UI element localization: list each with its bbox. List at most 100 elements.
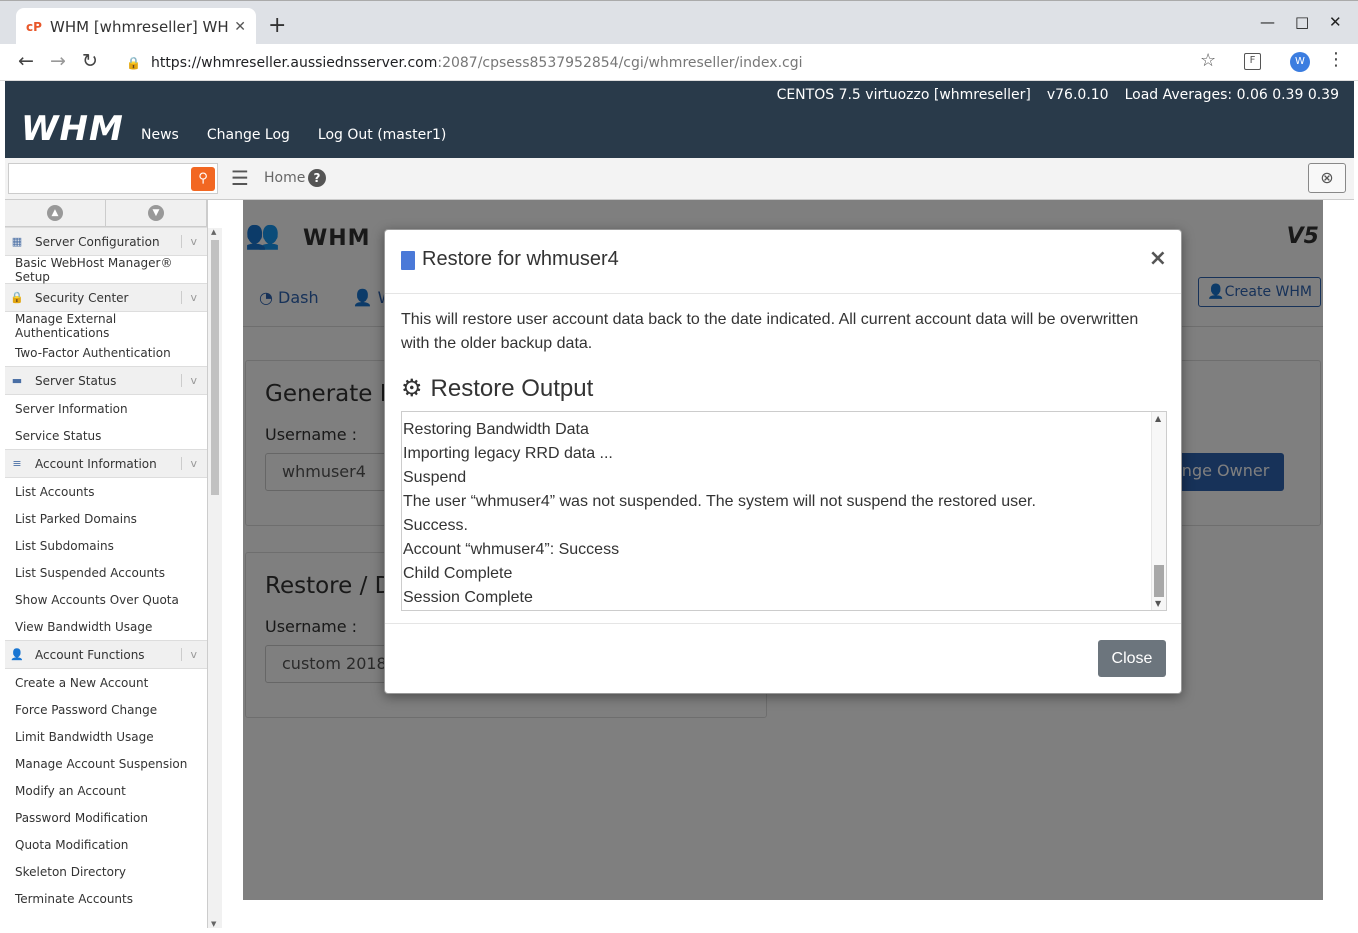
close-button[interactable]: Close: [1098, 640, 1166, 677]
window-close-icon[interactable]: ✕: [1329, 13, 1342, 31]
scroll-down-icon[interactable]: ▼: [211, 920, 216, 928]
address-bar: ← → ↻ 🔒 https://whmreseller.aussiednsser…: [0, 44, 1358, 81]
collapse-menu-icon[interactable]: ☰: [231, 166, 249, 190]
sidebar: ▲ ▼ ▦ Server Configuration v Basic WebHo…: [5, 200, 208, 928]
chevron-down-icon: v: [181, 291, 207, 304]
sidebar-item[interactable]: Limit Bandwidth Usage: [5, 723, 207, 750]
url-path: :2087/cpsess8537952854/cgi/whmreseller/i…: [437, 54, 803, 71]
sidebar-item[interactable]: Service Status: [5, 422, 207, 449]
close-icon[interactable]: ×: [1149, 246, 1167, 271]
log-line: Restoring Bandwidth Data: [403, 421, 589, 438]
lock-icon: 🔒: [126, 55, 141, 70]
log-scrollbar[interactable]: ▲ ▼: [1151, 412, 1166, 610]
sidebar-item[interactable]: Manage External Authentications: [5, 312, 207, 340]
load-averages: Load Averages: 0.06 0.39 0.39: [1124, 87, 1339, 103]
log-line: The user “whmuser4” was not suspended. T…: [403, 493, 1036, 510]
id-card-icon: ≡: [12, 456, 22, 470]
restore-output-log[interactable]: Restoring Bandwidth Data Importing legac…: [401, 411, 1167, 611]
expand-all-button[interactable]: ▼: [106, 200, 207, 226]
maximize-icon[interactable]: □: [1295, 13, 1309, 31]
bookmark-star-icon[interactable]: ☆: [1200, 50, 1216, 71]
lock-icon: 🔒: [10, 290, 24, 304]
sidebar-item[interactable]: Create a New Account: [5, 669, 207, 696]
profile-avatar[interactable]: W: [1290, 52, 1310, 72]
log-line: Success.: [403, 517, 468, 534]
log-line: Suspend: [403, 469, 467, 486]
forward-arrow-icon[interactable]: →: [50, 50, 66, 72]
sidebar-item[interactable]: Terminate Accounts: [5, 885, 207, 912]
chevron-down-icon: ▼: [148, 205, 164, 221]
scroll-up-icon[interactable]: ▲: [1155, 414, 1161, 423]
output-heading: ⚙ Restore Output: [401, 374, 594, 403]
sidebar-item[interactable]: View Bandwidth Usage: [5, 613, 207, 640]
sidebar-item[interactable]: List Subdomains: [5, 532, 207, 559]
restore-description: This will restore user account data back…: [401, 311, 1139, 352]
scrollbar-thumb[interactable]: [1154, 565, 1164, 597]
sidebar-item[interactable]: Basic WebHost Manager® Setup: [5, 256, 207, 284]
scroll-up-icon[interactable]: ▲: [211, 228, 216, 236]
whm-header: WHM News Change Log Log Out (master1) CE…: [5, 81, 1354, 158]
sidebar-item[interactable]: Password Modification: [5, 804, 207, 831]
browser-tab[interactable]: cP WHM [whmreseller] WHM ✕: [16, 8, 256, 45]
url-field[interactable]: 🔒 https://whmreseller.aussiednsserver.co…: [114, 48, 1228, 77]
sidebar-item[interactable]: Modify an Account: [5, 777, 207, 804]
log-line: Child Complete: [403, 565, 513, 582]
chevron-down-icon: v: [181, 374, 207, 387]
sidebar-item[interactable]: Two-Factor Authentication: [5, 339, 207, 366]
scroll-down-icon[interactable]: ▼: [1155, 599, 1161, 608]
sidebar-item[interactable]: Server Information: [5, 395, 207, 422]
whm-logo[interactable]: WHM: [21, 109, 124, 149]
nav-logout[interactable]: Log Out (master1): [318, 127, 447, 143]
sidebar-search-input[interactable]: [8, 163, 218, 194]
nav-news[interactable]: News: [141, 127, 179, 143]
support-lifebuoy-icon[interactable]: ⊗: [1308, 163, 1346, 193]
nav-change-log[interactable]: Change Log: [207, 127, 290, 143]
sidebar-group-server-status[interactable]: ▬ Server Status v: [5, 366, 207, 395]
sidebar-item[interactable]: Quota Modification: [5, 831, 207, 858]
server-status-bar: CENTOS 7.5 virtuozzo [whmreseller] v76.0…: [777, 87, 1339, 103]
url-host: https://whmreseller.aussiednsserver.com: [150, 54, 438, 71]
tab-title: WHM [whmreseller] WHM: [50, 17, 230, 36]
collapse-all-button[interactable]: ▲: [5, 200, 106, 226]
new-tab-icon[interactable]: +: [268, 13, 286, 38]
sidebar-group-account-functions[interactable]: 👤 Account Functions v: [5, 640, 207, 669]
scrollbar-thumb[interactable]: [211, 240, 219, 495]
log-line: Account “whmuser4”: Success: [403, 541, 620, 558]
extension-icon[interactable]: F: [1244, 53, 1261, 70]
reload-icon[interactable]: ↻: [82, 50, 98, 72]
sidebar-item[interactable]: List Suspended Accounts: [5, 559, 207, 586]
chevron-down-icon: v: [181, 457, 207, 470]
sidebar-group-security-center[interactable]: 🔒 Security Center v: [5, 283, 207, 312]
modal-title: Restore for whmuser4: [422, 248, 619, 270]
sidebar-item[interactable]: Skeleton Directory: [5, 858, 207, 885]
server-config-icon: ▦: [11, 234, 23, 248]
help-icon[interactable]: ?: [308, 169, 326, 187]
gear-icon: ⚙: [401, 375, 423, 402]
user-icon: 👤: [10, 647, 24, 661]
sidebar-group-server-configuration[interactable]: ▦ Server Configuration v: [5, 227, 207, 256]
modal-header: Restore for whmuser4 ×: [385, 230, 1181, 294]
tab-close-icon[interactable]: ✕: [234, 19, 246, 35]
search-toolbar: ⚲ ☰ Home ? ⊗: [5, 158, 1354, 200]
breadcrumb[interactable]: Home: [264, 170, 305, 186]
sidebar-scrollbar[interactable]: ▲ ▼: [208, 228, 222, 928]
browser-menu-icon[interactable]: ⋮: [1327, 49, 1345, 70]
chevron-up-icon: ▲: [47, 205, 63, 221]
sidebar-item[interactable]: List Parked Domains: [5, 505, 207, 532]
sidebar-item[interactable]: Show Accounts Over Quota: [5, 586, 207, 613]
sidebar-item[interactable]: List Accounts: [5, 478, 207, 505]
chevron-down-icon: v: [181, 235, 207, 248]
sidebar-item[interactable]: Manage Account Suspension: [5, 750, 207, 777]
document-icon: [401, 251, 415, 270]
search-icon[interactable]: ⚲: [191, 167, 215, 191]
version-info: v76.0.10: [1046, 87, 1109, 103]
cpanel-favicon-icon: cP: [26, 19, 42, 34]
chevron-down-icon: v: [181, 648, 207, 661]
modal-footer: Close: [385, 623, 1181, 693]
sidebar-group-account-information[interactable]: ≡ Account Information v: [5, 449, 207, 478]
minimize-icon[interactable]: —: [1260, 13, 1275, 31]
log-line: Session Complete: [403, 589, 533, 606]
os-info: CENTOS 7.5 virtuozzo [whmreseller]: [776, 87, 1031, 103]
back-arrow-icon[interactable]: ←: [18, 50, 34, 72]
sidebar-item[interactable]: Force Password Change: [5, 696, 207, 723]
